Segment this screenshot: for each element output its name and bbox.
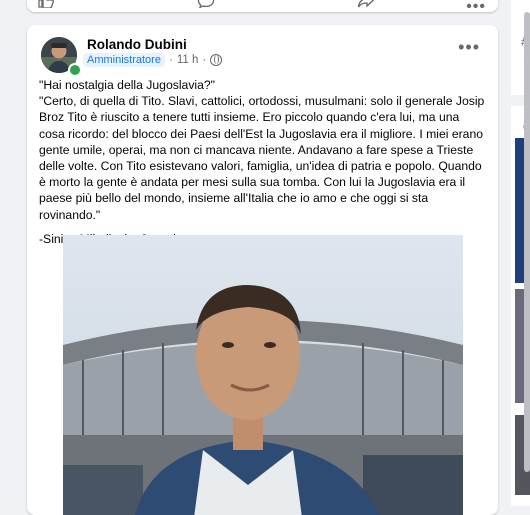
author-name[interactable]: Rolando Dubini xyxy=(87,37,187,52)
post-card: Rolando Dubini Amministratore · 11 h · •… xyxy=(27,25,498,515)
post-timestamp[interactable]: 11 h xyxy=(177,54,199,66)
like-outline-icon[interactable] xyxy=(37,0,55,8)
previous-post-card: ••• xyxy=(27,0,498,15)
stadium-photo xyxy=(63,235,463,515)
post-text-line: "Certo, di quella di Tito. Slavi, cattol… xyxy=(39,94,485,222)
post-meta: Amministratore · 11 h · xyxy=(83,53,223,67)
globe-icon xyxy=(210,54,223,66)
more-options-icon[interactable]: ••• xyxy=(466,0,486,16)
post-text-line: "Hai nostalgia della Jugoslavia?" xyxy=(39,78,215,92)
comment-outline-icon[interactable] xyxy=(197,0,215,8)
post-more-options-button[interactable]: ••• xyxy=(458,37,480,58)
meta-separator-2: · xyxy=(202,54,207,66)
scrollbar-thumb[interactable] xyxy=(524,12,530,472)
admin-badge[interactable]: Amministratore xyxy=(83,53,165,67)
meta-separator: · xyxy=(168,54,173,66)
post-text: "Hai nostalgia della Jugoslavia?" "Certo… xyxy=(39,77,487,247)
post-photo[interactable] xyxy=(63,235,463,515)
online-status-dot xyxy=(68,63,82,77)
share-outline-icon[interactable] xyxy=(357,0,375,8)
